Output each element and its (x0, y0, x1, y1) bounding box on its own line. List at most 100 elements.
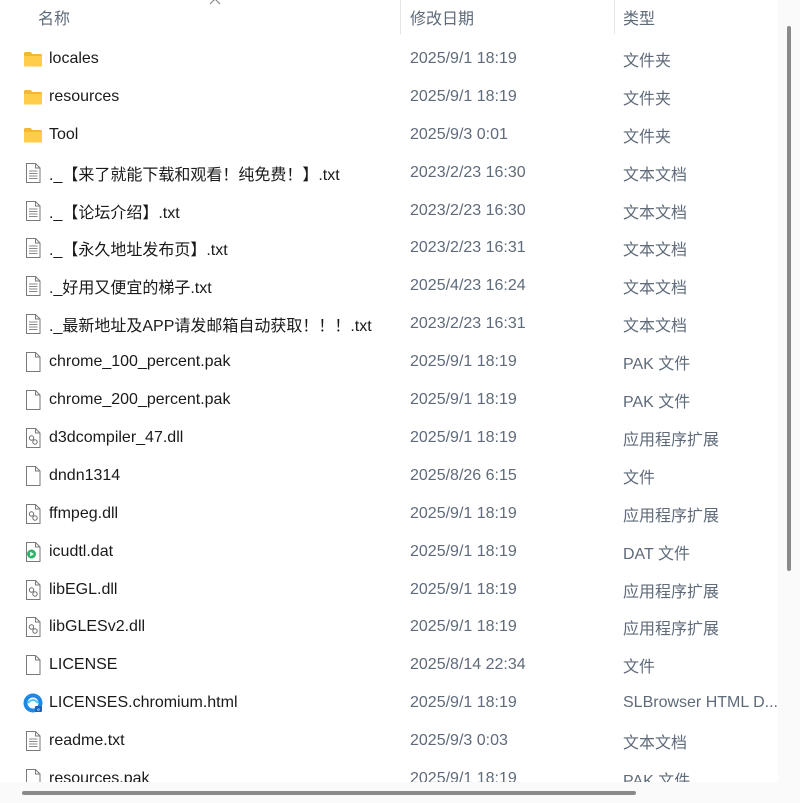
file-row[interactable]: resources 2025/9/1 18:19 文件夹 (0, 78, 778, 116)
file-type: 文本文档 (623, 166, 688, 184)
file-type: 文件夹 (623, 90, 672, 108)
vertical-scrollbar[interactable] (778, 0, 800, 803)
horizontal-scrollbar[interactable] (0, 782, 778, 803)
file-name: ._【论坛介绍】.txt (49, 204, 180, 222)
file-name: ._好用又便宜的梯子.txt (49, 280, 212, 298)
horizontal-scroll-thumb[interactable] (22, 791, 636, 795)
dll-file-icon (22, 427, 44, 449)
column-header-date[interactable]: 修改日期 (410, 0, 610, 34)
file-name: readme.txt (49, 732, 125, 750)
text-file-icon (22, 200, 44, 222)
file-modified-date: 2025/9/1 18:19 (410, 87, 517, 105)
file-name: libEGL.dll (49, 580, 118, 598)
vertical-scroll-thumb[interactable] (787, 26, 791, 571)
file-row[interactable]: ._【永久地址发布页】.txt 2023/2/23 16:31 文本文档 (0, 230, 778, 268)
file-row[interactable]: Tool 2025/9/3 0:01 文件夹 (0, 116, 778, 154)
file-modified-date: 2025/9/1 18:19 (410, 542, 517, 560)
media-file-icon (22, 541, 44, 563)
file-type: 应用程序扩展 (623, 583, 720, 601)
file-row[interactable]: chrome_100_percent.pak 2025/9/1 18:19 PAK … (0, 343, 778, 381)
column-header-name[interactable]: 名称 (38, 0, 398, 34)
blank-file-icon (22, 389, 44, 411)
file-name: ffmpeg.dll (49, 504, 119, 522)
file-type: 应用程序扩展 (623, 621, 720, 639)
scrollbar-corner (778, 782, 800, 803)
column-divider[interactable] (614, 0, 615, 34)
blank-file-icon (22, 465, 44, 487)
file-row[interactable]: ffmpeg.dll 2025/9/1 18:19 应用程序扩展 (0, 495, 778, 533)
file-modified-date: 2025/8/14 22:34 (410, 656, 526, 674)
text-file-icon (22, 313, 44, 335)
file-type: 文本文档 (623, 735, 688, 753)
file-row[interactable]: locales 2025/9/1 18:19 文件夹 (0, 40, 778, 78)
text-file-icon (22, 162, 44, 184)
file-modified-date: 2023/2/23 16:31 (410, 315, 526, 333)
file-modified-date: 2025/9/1 18:19 (410, 49, 517, 67)
file-row[interactable]: ._最新地址及APP请发邮箱自动获取！！！.txt 2023/2/23 16:31… (0, 305, 778, 343)
file-row[interactable]: LICENSE 2025/8/14 22:34 文件 (0, 646, 778, 684)
file-row[interactable]: ._好用又便宜的梯子.txt 2025/4/23 16:24 文本文档 (0, 267, 778, 305)
file-name: LICENSES.chromium.html (49, 694, 238, 712)
file-modified-date: 2025/9/1 18:19 (410, 428, 517, 446)
folder-icon (22, 124, 44, 146)
file-name: icudtl.dat (49, 542, 114, 560)
file-row[interactable]: chrome_200_percent.pak 2025/9/1 18:19 PAK … (0, 381, 778, 419)
file-modified-date: 2023/2/23 16:31 (410, 239, 526, 257)
file-modified-date: 2025/9/1 18:19 (410, 391, 517, 409)
file-row[interactable]: icudtl.dat 2025/9/1 18:19 DAT 文件 (0, 533, 778, 571)
text-file-icon (22, 237, 44, 259)
file-type: SLBrowser HTML D... (623, 694, 778, 712)
file-name: chrome_200_percent.pak (49, 391, 231, 409)
file-name: dndn1314 (49, 466, 121, 484)
browser-html-icon: e (22, 692, 44, 714)
file-name: libGLESv2.dll (49, 618, 146, 636)
file-modified-date: 2025/9/3 0:03 (410, 732, 508, 750)
blank-file-icon (22, 351, 44, 373)
file-row[interactable]: readme.txt 2025/9/3 0:03 文本文档 (0, 722, 778, 760)
file-name: chrome_100_percent.pak (49, 353, 231, 371)
file-row[interactable]: libGLESv2.dll 2025/9/1 18:19 应用程序扩展 (0, 609, 778, 647)
file-type: PAK 文件 (623, 356, 691, 374)
file-name: ._最新地址及APP请发邮箱自动获取！！！.txt (49, 318, 372, 336)
file-explorer: 名称 修改日期 类型 locales 2025/9/1 18:19 文件夹 resou… (0, 0, 800, 803)
file-row[interactable]: dndn1314 2025/8/26 6:15 文件 (0, 457, 778, 495)
blank-file-icon (22, 654, 44, 676)
folder-icon (22, 86, 44, 108)
file-modified-date: 2025/9/3 0:01 (410, 125, 508, 143)
file-name: LICENSE (49, 656, 118, 674)
file-type: 文件夹 (623, 128, 672, 146)
file-name: ._【来了就能下载和观看！纯免费！】.txt (49, 166, 340, 184)
text-file-icon (22, 730, 44, 752)
dll-file-icon (22, 503, 44, 525)
file-modified-date: 2025/9/1 18:19 (410, 353, 517, 371)
dll-file-icon (22, 579, 44, 601)
file-name: locales (49, 49, 99, 67)
file-type: PAK 文件 (623, 394, 691, 412)
column-header-type[interactable]: 类型 (623, 0, 773, 34)
file-row[interactable]: ._【来了就能下载和观看！纯免费！】.txt 2023/2/23 16:30 文本文… (0, 154, 778, 192)
file-row[interactable]: ._【论坛介绍】.txt 2023/2/23 16:30 文本文档 (0, 192, 778, 230)
file-name: resources (49, 87, 120, 105)
file-row[interactable]: d3dcompiler_47.dll 2025/9/1 18:19 应用程序扩展 (0, 419, 778, 457)
file-type: 文件夹 (623, 52, 672, 70)
file-modified-date: 2025/8/26 6:15 (410, 466, 517, 484)
file-type: 文本文档 (623, 242, 688, 260)
file-type: 文本文档 (623, 318, 688, 336)
file-type: 应用程序扩展 (623, 431, 720, 449)
file-modified-date: 2025/4/23 16:24 (410, 277, 526, 295)
file-row[interactable]: e LICENSES.chromium.html 2025/9/1 18:19 SLB… (0, 684, 778, 722)
column-header: 名称 修改日期 类型 (0, 0, 778, 34)
folder-icon (22, 48, 44, 70)
file-row[interactable]: libEGL.dll 2025/9/1 18:19 应用程序扩展 (0, 571, 778, 609)
text-file-icon (22, 275, 44, 297)
file-type: 文件 (623, 659, 656, 677)
file-modified-date: 2023/2/23 16:30 (410, 163, 526, 181)
file-modified-date: 2023/2/23 16:30 (410, 201, 526, 219)
column-divider[interactable] (400, 0, 401, 34)
file-name: Tool (49, 125, 79, 143)
file-modified-date: 2025/9/1 18:19 (410, 694, 517, 712)
file-type: DAT 文件 (623, 545, 690, 563)
file-type: 应用程序扩展 (623, 507, 720, 525)
file-modified-date: 2025/9/1 18:19 (410, 504, 517, 522)
file-name: ._【永久地址发布页】.txt (49, 242, 228, 260)
